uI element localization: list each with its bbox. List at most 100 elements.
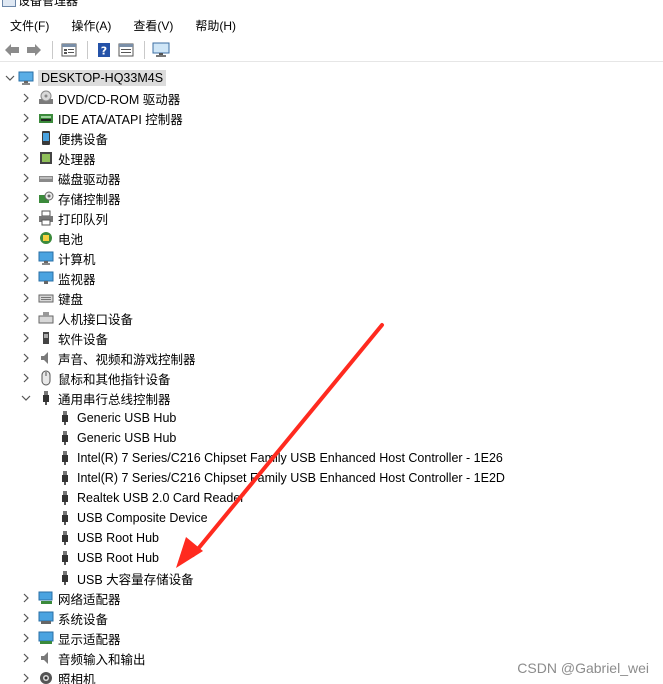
hid-icon xyxy=(38,310,54,326)
help-icon[interactable]: ? xyxy=(94,40,114,60)
tree-category[interactable]: 便携设备 xyxy=(23,128,108,148)
toolbar: ? xyxy=(0,38,663,62)
tree-device[interactable]: Generic USB Hub xyxy=(57,428,176,448)
chevron-right-icon[interactable] xyxy=(20,92,32,104)
camera-icon xyxy=(38,670,54,684)
usb-device-icon xyxy=(57,430,73,446)
tree-category[interactable]: 人机接口设备 xyxy=(23,308,133,328)
tree-device[interactable]: Intel(R) 7 Series/C216 Chipset Family US… xyxy=(57,448,503,468)
title-bar: 设备管理器 xyxy=(0,0,663,10)
device-manager-app-icon xyxy=(2,0,16,7)
chevron-right-icon[interactable] xyxy=(20,612,32,624)
category-label: 磁盘驱动器 xyxy=(58,172,121,187)
chevron-right-icon[interactable] xyxy=(20,272,32,284)
tree-root[interactable]: DESKTOP-HQ33M4S xyxy=(5,68,167,88)
usb-device-icon xyxy=(57,570,73,586)
menu-action[interactable]: 操作(A) xyxy=(65,17,117,34)
tree-category[interactable]: DVD/CD-ROM 驱动器 xyxy=(23,88,180,108)
category-label: 电池 xyxy=(58,232,84,247)
tree-category[interactable]: 系统设备 xyxy=(23,608,108,628)
tree-device[interactable]: Realtek USB 2.0 Card Reader xyxy=(57,488,244,508)
properties-icon[interactable] xyxy=(59,40,79,60)
chevron-right-icon[interactable] xyxy=(20,292,32,304)
disk-drive-icon xyxy=(38,170,54,186)
chevron-down-icon[interactable] xyxy=(20,392,32,404)
tree-device[interactable]: Intel(R) 7 Series/C216 Chipset Family US… xyxy=(57,468,505,488)
category-label: 打印队列 xyxy=(58,212,109,227)
category-label: 键盘 xyxy=(58,292,84,307)
device-label: Generic USB Hub xyxy=(77,431,177,445)
menu-bar: 文件(F) 操作(A) 查看(V) 帮助(H) xyxy=(0,14,663,36)
menu-help[interactable]: 帮助(H) xyxy=(189,17,242,34)
usb-device-icon xyxy=(57,470,73,486)
chevron-right-icon[interactable] xyxy=(20,112,32,124)
tree-device[interactable]: USB Composite Device xyxy=(57,508,208,528)
chevron-down-icon[interactable] xyxy=(4,72,16,84)
chevron-right-icon[interactable] xyxy=(20,632,32,644)
forward-icon[interactable] xyxy=(24,40,44,60)
usb-device-icon xyxy=(57,550,73,566)
chevron-right-icon[interactable] xyxy=(20,332,32,344)
usb-device-icon xyxy=(57,450,73,466)
tree-category[interactable]: 电池 xyxy=(23,228,84,248)
storage-controller-icon xyxy=(38,190,54,206)
chevron-right-icon[interactable] xyxy=(20,352,32,364)
tree-category[interactable]: 处理器 xyxy=(23,148,96,168)
chevron-right-icon[interactable] xyxy=(20,132,32,144)
chevron-right-icon[interactable] xyxy=(20,312,32,324)
device-label: USB 大容量存储设备 xyxy=(77,572,194,587)
category-label: 通用串行总线控制器 xyxy=(58,392,171,407)
tree-category[interactable]: 声音、视频和游戏控制器 xyxy=(23,348,196,368)
monitor-icon xyxy=(38,270,54,286)
chevron-right-icon[interactable] xyxy=(20,652,32,664)
usb-device-icon xyxy=(57,530,73,546)
chevron-right-icon[interactable] xyxy=(20,212,32,224)
audio-io-icon xyxy=(38,650,54,666)
svg-text:?: ? xyxy=(101,44,107,57)
tree-device[interactable]: USB Root Hub xyxy=(57,548,159,568)
portable-device-icon xyxy=(38,130,54,146)
category-label: 处理器 xyxy=(58,152,96,167)
chevron-right-icon[interactable] xyxy=(20,372,32,384)
tree-category[interactable]: 监视器 xyxy=(23,268,96,288)
tree-category[interactable]: 网络适配器 xyxy=(23,588,121,608)
monitor-icon[interactable] xyxy=(151,40,171,60)
category-label: 计算机 xyxy=(58,252,96,267)
tree-category[interactable]: 软件设备 xyxy=(23,328,109,348)
tree-device[interactable]: Generic USB Hub xyxy=(57,408,176,428)
tree-category[interactable]: 打印队列 xyxy=(23,208,109,228)
chevron-right-icon[interactable] xyxy=(20,672,32,684)
tree-category[interactable]: 鼠标和其他指针设备 xyxy=(23,368,171,388)
menu-view[interactable]: 查看(V) xyxy=(127,17,179,34)
toolbar-separator xyxy=(87,40,88,59)
view-icon[interactable] xyxy=(116,40,136,60)
printer-icon xyxy=(38,210,54,226)
chevron-right-icon[interactable] xyxy=(20,172,32,184)
tree-category[interactable]: 音频输入和输出 xyxy=(23,648,146,668)
tree-category[interactable]: 显示适配器 xyxy=(23,628,121,648)
tree-category[interactable]: 存储控制器 xyxy=(23,188,121,208)
chevron-right-icon[interactable] xyxy=(20,592,32,604)
tree-category[interactable]: 通用串行总线控制器 xyxy=(21,388,171,408)
tree-device[interactable]: USB Root Hub xyxy=(57,528,159,548)
chevron-right-icon[interactable] xyxy=(20,252,32,264)
category-label: 网络适配器 xyxy=(58,592,121,607)
category-label: 监视器 xyxy=(58,272,96,287)
sound-icon xyxy=(38,350,54,366)
tree-category[interactable]: 键盘 xyxy=(23,288,84,308)
menu-file[interactable]: 文件(F) xyxy=(4,17,55,34)
tree-category[interactable]: 磁盘驱动器 xyxy=(23,168,121,188)
category-label: 软件设备 xyxy=(58,332,109,347)
category-label: 鼠标和其他指针设备 xyxy=(58,372,171,387)
category-label: 显示适配器 xyxy=(58,632,121,647)
chevron-right-icon[interactable] xyxy=(20,152,32,164)
usb-device-icon xyxy=(57,510,73,526)
tree-category[interactable]: 计算机 xyxy=(23,248,96,268)
category-label: IDE ATA/ATAPI 控制器 xyxy=(58,112,183,127)
tree-device[interactable]: USB 大容量存储设备 xyxy=(57,568,194,588)
chevron-right-icon[interactable] xyxy=(20,232,32,244)
chevron-right-icon[interactable] xyxy=(20,192,32,204)
back-icon[interactable] xyxy=(2,40,22,60)
tree-category[interactable]: IDE ATA/ATAPI 控制器 xyxy=(23,108,183,128)
tree-category[interactable]: 照相机 xyxy=(23,668,96,684)
